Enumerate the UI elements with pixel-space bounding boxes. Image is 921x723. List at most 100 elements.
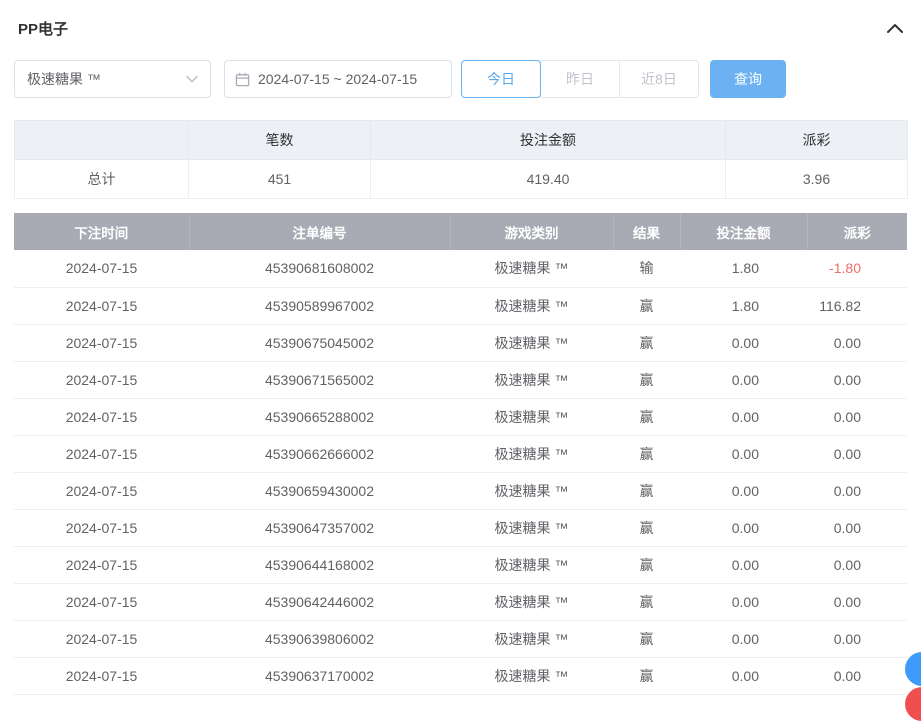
game-select-value: 极速糖果 ™ (27, 69, 101, 89)
cell-game: 极速糖果 ™ (450, 620, 613, 657)
cell-time: 2024-07-15 (14, 324, 189, 361)
cell-amount: 0.00 (680, 472, 807, 509)
cell-amount: 0.00 (680, 361, 807, 398)
cell-id: 45390665288002 (189, 398, 450, 435)
cell-amount: 0.00 (680, 620, 807, 657)
quick-filter-last8days[interactable]: 近8日 (619, 60, 699, 98)
summary-total-count: 451 (189, 160, 371, 199)
cell-game: 极速糖果 ™ (450, 324, 613, 361)
cell-amount: 0.00 (680, 583, 807, 620)
cell-game: 极速糖果 ™ (450, 398, 613, 435)
summary-total-bet-amount: 419.40 (371, 160, 726, 199)
table-row: 2024-07-1545390675045002极速糖果 ™赢0.000.00 (14, 324, 907, 361)
cell-result: 输 (613, 250, 680, 287)
date-range-input[interactable]: 2024-07-15 ~ 2024-07-15 (224, 60, 452, 98)
cell-amount: 0.00 (680, 546, 807, 583)
cell-id: 45390671565002 (189, 361, 450, 398)
summary-header-row: 笔数 投注金额 派彩 (15, 121, 908, 160)
chevron-down-icon (186, 75, 198, 83)
cell-id: 45390644168002 (189, 546, 450, 583)
calendar-icon (235, 72, 250, 87)
cell-game: 极速糖果 ™ (450, 361, 613, 398)
cell-payout: 0.00 (807, 435, 907, 472)
cell-payout: 0.00 (807, 472, 907, 509)
bets-header-time: 下注时间 (14, 213, 189, 250)
summary-table: 笔数 投注金额 派彩 总计 451 419.40 3.96 (14, 120, 908, 199)
summary-header-bet-amount: 投注金额 (371, 121, 726, 160)
game-select[interactable]: 极速糖果 ™ (14, 60, 211, 98)
cell-payout: 116.82 (807, 287, 907, 324)
cell-time: 2024-07-15 (14, 546, 189, 583)
floating-chat-button[interactable] (905, 687, 921, 721)
cell-time: 2024-07-15 (14, 657, 189, 694)
cell-game: 极速糖果 ™ (450, 583, 613, 620)
cell-payout: -1.80 (807, 250, 907, 287)
cell-payout: 0.00 (807, 620, 907, 657)
collapse-icon[interactable] (887, 23, 903, 33)
summary-total-row: 总计 451 419.40 3.96 (15, 160, 908, 199)
bets-header-game: 游戏类别 (450, 213, 613, 250)
cell-id: 45390589967002 (189, 287, 450, 324)
cell-amount: 0.00 (680, 509, 807, 546)
bets-header-result: 结果 (613, 213, 680, 250)
cell-amount: 0.00 (680, 324, 807, 361)
cell-payout: 0.00 (807, 361, 907, 398)
cell-game: 极速糖果 ™ (450, 435, 613, 472)
cell-result: 赢 (613, 361, 680, 398)
cell-time: 2024-07-15 (14, 472, 189, 509)
cell-result: 赢 (613, 657, 680, 694)
table-row: 2024-07-1545390639806002极速糖果 ™赢0.000.00 (14, 620, 907, 657)
search-button[interactable]: 查询 (710, 60, 786, 98)
cell-result: 赢 (613, 583, 680, 620)
table-row: 2024-07-1545390637170002极速糖果 ™赢0.000.00 (14, 657, 907, 694)
cell-time: 2024-07-15 (14, 435, 189, 472)
cell-game: 极速糖果 ™ (450, 509, 613, 546)
cell-time: 2024-07-15 (14, 583, 189, 620)
summary-total-label: 总计 (15, 160, 189, 199)
cell-payout: 0.00 (807, 398, 907, 435)
date-range-value: 2024-07-15 ~ 2024-07-15 (258, 71, 417, 87)
cell-payout: 0.00 (807, 509, 907, 546)
table-row: 2024-07-1545390665288002极速糖果 ™赢0.000.00 (14, 398, 907, 435)
table-row: 2024-07-1545390647357002极速糖果 ™赢0.000.00 (14, 509, 907, 546)
table-row: 2024-07-1545390662666002极速糖果 ™赢0.000.00 (14, 435, 907, 472)
cell-game: 极速糖果 ™ (450, 546, 613, 583)
table-row: 2024-07-1545390671565002极速糖果 ™赢0.000.00 (14, 361, 907, 398)
bets-header-row: 下注时间注单编号游戏类别结果投注金额派彩 (14, 213, 907, 250)
cell-game: 极速糖果 ™ (450, 472, 613, 509)
cell-id: 45390639806002 (189, 620, 450, 657)
table-row: 2024-07-1545390589967002极速糖果 ™赢1.80116.8… (14, 287, 907, 324)
cell-result: 赢 (613, 398, 680, 435)
cell-payout: 0.00 (807, 546, 907, 583)
cell-id: 45390647357002 (189, 509, 450, 546)
cell-payout: 0.00 (807, 657, 907, 694)
cell-result: 赢 (613, 620, 680, 657)
quick-filter-today[interactable]: 今日 (461, 60, 541, 98)
cell-id: 45390637170002 (189, 657, 450, 694)
cell-id: 45390662666002 (189, 435, 450, 472)
summary-header-empty (15, 121, 189, 160)
summary-header-count: 笔数 (189, 121, 371, 160)
cell-result: 赢 (613, 509, 680, 546)
quick-filter-yesterday[interactable]: 昨日 (540, 60, 620, 98)
panel-header: PP电子 (18, 16, 903, 40)
cell-result: 赢 (613, 324, 680, 361)
cell-amount: 0.00 (680, 657, 807, 694)
cell-result: 赢 (613, 472, 680, 509)
cell-time: 2024-07-15 (14, 398, 189, 435)
floating-service-button[interactable] (905, 652, 921, 686)
table-row: 2024-07-1545390644168002极速糖果 ™赢0.000.00 (14, 546, 907, 583)
table-row: 2024-07-1545390659430002极速糖果 ™赢0.000.00 (14, 472, 907, 509)
page-title: PP电子 (18, 18, 68, 39)
quick-filter-group: 今日 昨日 近8日 (461, 60, 699, 98)
table-row: 2024-07-1545390642446002极速糖果 ™赢0.000.00 (14, 583, 907, 620)
cell-payout: 0.00 (807, 583, 907, 620)
cell-amount: 0.00 (680, 398, 807, 435)
cell-game: 极速糖果 ™ (450, 250, 613, 287)
summary-total-payout: 3.96 (726, 160, 908, 199)
cell-id: 45390681608002 (189, 250, 450, 287)
cell-time: 2024-07-15 (14, 250, 189, 287)
bets-header-id: 注单编号 (189, 213, 450, 250)
cell-amount: 1.80 (680, 287, 807, 324)
cell-id: 45390675045002 (189, 324, 450, 361)
